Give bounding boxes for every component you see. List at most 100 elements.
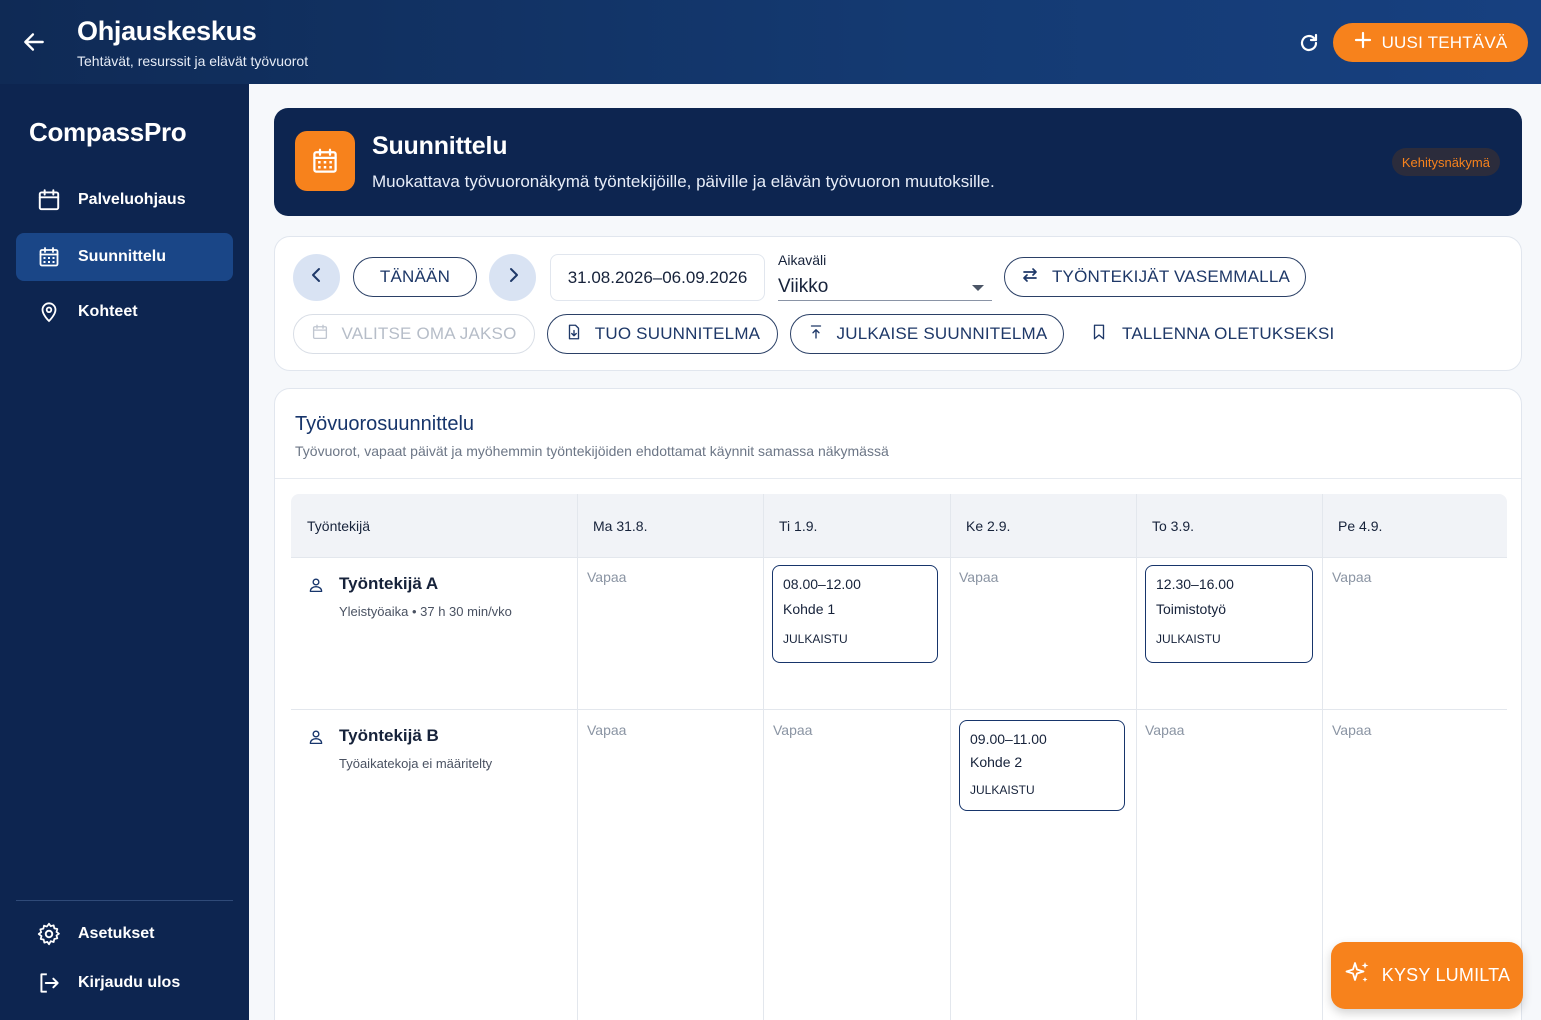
section-title: Työvuorosuunnittelu: [295, 413, 475, 435]
free-day-label: Vapaa: [773, 722, 813, 738]
free-day-label: Vapaa: [1332, 569, 1372, 585]
employee-name: Työntekijä A: [339, 574, 439, 593]
period-select[interactable]: Viikko: [778, 273, 992, 301]
grid-line: [291, 709, 1507, 710]
column-header-day: Pe 4.9.: [1338, 517, 1383, 534]
sidebar-divider: [16, 900, 233, 901]
shift-card[interactable]: 12.30–16.00 Toimistotyö JULKAISTU: [1145, 565, 1313, 663]
sidebar-item-palveluohjaus[interactable]: Palveluohjaus: [16, 176, 233, 224]
shift-card[interactable]: 09.00–11.00 Kohde 2 JULKAISTU: [959, 720, 1125, 811]
shift-status: JULKAISTU: [783, 632, 848, 646]
shift-time: 12.30–16.00: [1156, 576, 1234, 592]
shift-card[interactable]: 08.00–12.00 Kohde 1 JULKAISTU: [772, 565, 938, 663]
column-header-day: Ma 31.8.: [593, 517, 648, 534]
sidebar-item-label: Asetukset: [78, 925, 155, 942]
grid-line: [950, 494, 951, 1020]
calendar-icon: [36, 187, 62, 213]
upload-icon: [807, 323, 825, 346]
free-day-label: Vapaa: [587, 569, 627, 585]
shift-place: Kohde 1: [783, 601, 836, 617]
sidebar-item-asetukset[interactable]: Asetukset: [16, 910, 233, 958]
today-button[interactable]: TÄNÄÄN: [353, 257, 477, 297]
file-import-icon: [565, 323, 583, 346]
employee-row-header[interactable]: Työntekijä B Työaikatekoja ei määritelty: [307, 726, 492, 771]
previous-period-button[interactable]: [293, 254, 340, 301]
sidebar-item-suunnittelu[interactable]: Suunnittelu: [16, 233, 233, 281]
shift-time: 09.00–11.00: [970, 731, 1047, 747]
publish-plan-label: JULKAISE SUUNNITELMA: [836, 324, 1048, 343]
location-pin-icon: [36, 299, 62, 325]
sidebar-item-logout[interactable]: Kirjaudu ulos: [16, 959, 233, 1007]
back-arrow-icon[interactable]: [18, 26, 50, 58]
gear-icon: [36, 921, 62, 947]
employee-meta: Yleistyöaika • 37 h 30 min/vko: [339, 604, 512, 619]
app-title: Ohjauskeskus: [77, 16, 257, 46]
calendar-grid-icon: [36, 244, 62, 270]
employee-row-header[interactable]: Työntekijä A Yleistyöaika • 37 h 30 min/…: [307, 574, 512, 619]
custom-period-label: VALITSE OMA JAKSO: [341, 324, 517, 343]
free-day-label: Vapaa: [1145, 722, 1185, 738]
plus-icon: [1354, 31, 1372, 54]
chevron-right-icon: [504, 266, 522, 289]
person-icon: [307, 728, 325, 771]
sidebar-item-label: Suunnittelu: [78, 248, 166, 265]
grid-line: [1136, 494, 1137, 1020]
free-day-label: Vapaa: [959, 569, 999, 585]
grid-line: [1322, 494, 1323, 1020]
custom-period-button[interactable]: VALITSE OMA JAKSO: [293, 314, 535, 354]
calendar-grid-icon: [295, 131, 355, 191]
ask-lumi-label: KYSY LUMILTA: [1381, 965, 1511, 985]
shift-status: JULKAISTU: [1156, 632, 1221, 646]
free-day-label: Vapaa: [1332, 722, 1372, 738]
grid-line: [291, 557, 1507, 558]
logout-icon: [36, 970, 62, 996]
planning-toolbar: TÄNÄÄN 31.08.2026–06.09.2026 Aikaväli Vi…: [274, 236, 1522, 371]
section-subtitle: Työvuorot, vapaat päivät ja myöhemmin ty…: [295, 443, 889, 459]
employee-name: Työntekijä B: [339, 726, 439, 745]
page-description: Muokattava työvuoronäkymä työntekijöille…: [372, 172, 995, 191]
caret-down-icon: [972, 285, 984, 291]
shift-planning-card: Työvuorosuunnittelu Työvuorot, vapaat pä…: [274, 388, 1522, 1020]
import-plan-button[interactable]: TUO SUUNNITELMA: [547, 314, 778, 354]
page-title: Suunnittelu: [372, 132, 508, 160]
divider: [275, 478, 1521, 479]
brand-logo: CompassPro: [29, 117, 187, 147]
column-header-day: Ke 2.9.: [966, 517, 1011, 534]
new-task-label: UUSI TEHTÄVÄ: [1381, 32, 1508, 52]
period-select-value: Viikko: [778, 275, 829, 297]
grid-line: [577, 494, 578, 1020]
person-icon: [307, 576, 325, 619]
sidebar-item-kohteet[interactable]: Kohteet: [16, 288, 233, 336]
main-content: Suunnittelu Muokattava työvuoronäkymä ty…: [249, 84, 1541, 1020]
shift-place: Toimistotyö: [1156, 601, 1227, 617]
import-plan-label: TUO SUUNNITELMA: [594, 324, 761, 343]
employees-left-label: TYÖNTEKIJÄT VASEMMALLA: [1051, 267, 1291, 286]
chevron-left-icon: [308, 266, 326, 289]
sparkle-icon: [1344, 959, 1372, 992]
save-default-button[interactable]: TALLENNA OLETUKSEKSI: [1090, 314, 1334, 354]
new-task-button[interactable]: UUSI TEHTÄVÄ: [1333, 23, 1528, 62]
next-period-button[interactable]: [489, 254, 536, 301]
app-subtitle: Tehtävät, resurssit ja elävät työvuorot: [77, 53, 309, 69]
column-header-day: To 3.9.: [1152, 517, 1195, 534]
refresh-icon[interactable]: [1293, 27, 1325, 59]
sidebar: CompassPro Palveluohjaus Suunnittelu Koh…: [0, 84, 249, 1020]
column-header-employee: Työntekijä: [307, 517, 371, 534]
shift-place: Kohde 2: [970, 754, 1023, 770]
sidebar-item-label: Palveluohjaus: [78, 191, 186, 208]
date-range-display[interactable]: 31.08.2026–06.09.2026: [550, 254, 765, 301]
employees-left-button[interactable]: TYÖNTEKIJÄT VASEMMALLA: [1004, 257, 1306, 297]
publish-plan-button[interactable]: JULKAISE SUUNNITELMA: [790, 314, 1064, 354]
bookmark-icon: [1090, 323, 1108, 346]
today-label: TÄNÄÄN: [379, 267, 451, 286]
grid-line: [763, 494, 764, 1020]
top-bar: Ohjauskeskus Tehtävät, resurssit ja eläv…: [0, 0, 1541, 84]
free-day-label: Vapaa: [587, 722, 627, 738]
sidebar-item-label: Kohteet: [78, 303, 138, 320]
ask-lumi-button[interactable]: KYSY LUMILTA: [1331, 942, 1523, 1009]
sidebar-item-label: Kirjaudu ulos: [78, 974, 181, 991]
shift-time: 08.00–12.00: [783, 576, 861, 592]
column-header-day: Ti 1.9.: [779, 517, 818, 534]
period-select-label: Aikaväli: [778, 252, 827, 268]
page-header-banner: Suunnittelu Muokattava työvuoronäkymä ty…: [274, 108, 1522, 216]
